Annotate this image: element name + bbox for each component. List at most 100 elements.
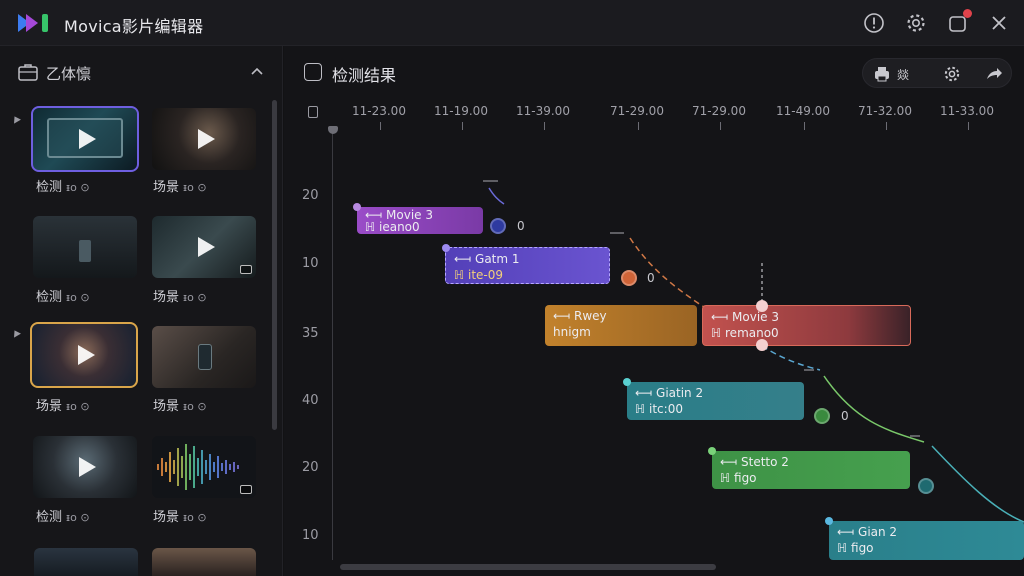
caption-icon [240, 265, 252, 274]
ruler-label: 11-49.00 [776, 104, 830, 118]
clip-pin [353, 203, 361, 211]
timeline-clip[interactable]: ⟻ Movie 3 ℍ ieano0 [353, 203, 483, 234]
media-label: 检测 ᵻo ⊙ [36, 510, 90, 525]
app-title: Movica影片编辑器 [64, 17, 204, 36]
clip-pin [825, 517, 833, 525]
clip-meta: ℍ ieano0 [365, 220, 420, 234]
briefcase-icon [18, 64, 38, 81]
clip-meta: ℍ figo [837, 541, 874, 555]
clip-meta: hnigm [553, 325, 591, 339]
media-thumbnail[interactable] [33, 216, 137, 278]
phone-graphic [198, 344, 212, 370]
gear-icon[interactable] [905, 12, 927, 34]
media-library-title: 乙体懔 [46, 65, 92, 83]
keyframe-node[interactable] [621, 270, 637, 286]
keyframe-node[interactable] [490, 218, 506, 234]
timeline-clip[interactable]: ⟻ Giatin 2 ℍ itc:00 [623, 378, 804, 420]
media-thumbnail[interactable] [152, 108, 256, 170]
ruler-tick [720, 122, 721, 130]
ruler-tick [544, 122, 545, 130]
clip-name: ⟻ Gatm 1 [454, 252, 520, 266]
timeline-clip[interactable]: ⟻ Rwey hnigm [545, 305, 697, 346]
media-label: 场景 ᵻo ⊙ [36, 399, 90, 414]
print-icon[interactable] [873, 65, 891, 83]
caption-icon [240, 485, 252, 494]
timeline-tracks[interactable]: 20 10 35 40 20 10 ⟻ Movie 3 ℍ ieano0 ⟻ G [284, 126, 1024, 560]
play-icon[interactable] [79, 457, 96, 477]
media-thumbnail[interactable] [30, 322, 138, 388]
toolbar-group: 燚 [862, 58, 1012, 88]
ruler-label: 11-23.00 [352, 104, 406, 118]
timeline-scrollbar[interactable] [340, 564, 716, 570]
media-library-header: 乙体懔 [0, 46, 283, 98]
clip-name: ⟻ Stetto 2 [720, 455, 789, 469]
keyframe-value: 0 [841, 409, 849, 423]
media-label: 场景 ᵻo ⊙ [153, 180, 207, 195]
ruler-label: 71-29.00 [610, 104, 664, 118]
media-thumbnail[interactable] [152, 216, 256, 278]
detection-results-panel: 检测结果 燚 11-23.00 11-19.00 11-39.00 71-29.… [284, 46, 1024, 576]
trim-handle[interactable] [756, 300, 768, 312]
media-thumbnail[interactable] [152, 548, 256, 576]
keyframe-value: 0 [647, 271, 655, 285]
keyframe-node[interactable] [918, 478, 934, 494]
ruler-label: 11-33.00 [940, 104, 994, 118]
clip-name: ⟻ Rwey [553, 309, 607, 323]
clip-pin [623, 378, 631, 386]
chevron-up-icon[interactable] [249, 64, 265, 80]
audio-thumbnail[interactable] [152, 436, 256, 498]
ruler-label: 71-32.00 [858, 104, 912, 118]
media-label: 场景 ᵻo ⊙ [153, 290, 207, 305]
ruler-tick [968, 122, 969, 130]
ruler-tick [804, 122, 805, 130]
timeline-clip[interactable]: ⟻ Stetto 2 ℍ figo [708, 447, 910, 489]
keyframe-value: 0 [517, 219, 525, 233]
info-icon[interactable] [863, 12, 885, 34]
title-bar: Movica影片编辑器 [0, 0, 1024, 46]
gear-icon[interactable] [943, 65, 961, 83]
keyframe-node[interactable] [814, 408, 830, 424]
notification-icon[interactable] [947, 9, 972, 34]
timeline-clip[interactable]: ⟻ Gian 2 ℍ figo [825, 517, 1024, 560]
media-label: 检测 ᵻo ⊙ [36, 180, 90, 195]
results-icon [304, 63, 322, 81]
app-logo-icon [18, 14, 48, 32]
ruler-marker-icon [308, 106, 318, 118]
trim-handle[interactable] [756, 339, 768, 351]
play-icon[interactable] [198, 129, 215, 149]
play-icon[interactable] [78, 345, 95, 365]
ruler-label: 71-29.00 [692, 104, 746, 118]
toolbar-label[interactable]: 燚 [897, 66, 909, 84]
close-icon[interactable] [988, 12, 1010, 34]
clip-meta: ℍ remano0 [711, 326, 779, 340]
media-thumbnail[interactable] [33, 436, 137, 498]
share-icon[interactable] [985, 65, 1003, 83]
timeline-clip-selected[interactable]: ⟻ Gatm 1 ℍ ite-09 [442, 244, 610, 284]
timeline-clip[interactable]: ⟻ Movie 3 ℍ remano0 [702, 305, 911, 346]
library-scrollbar[interactable] [272, 100, 277, 430]
clip-pin [442, 244, 450, 252]
clip-name: ⟻ Giatin 2 [635, 386, 704, 400]
clip-meta: ℍ itc:00 [635, 402, 683, 416]
media-thumbnail[interactable] [31, 106, 139, 172]
media-thumbnail[interactable] [152, 326, 256, 388]
media-label: 检测 ᵻo ⊙ [36, 290, 90, 305]
play-icon[interactable] [79, 129, 96, 149]
clip-meta: ℍ ite-09 [454, 268, 504, 282]
panel-title: 检测结果 [332, 66, 397, 85]
play-icon[interactable] [198, 237, 215, 257]
ruler-tick [380, 122, 381, 130]
time-ruler[interactable]: 11-23.00 11-19.00 11-39.00 71-29.00 71-2… [284, 96, 1024, 130]
notification-badge [963, 9, 972, 18]
ruler-tick [638, 122, 639, 130]
ruler-label: 11-39.00 [516, 104, 570, 118]
group-arrow-icon[interactable] [11, 328, 21, 338]
media-thumbnail[interactable] [34, 548, 138, 576]
media-label: 场景 ᵻo ⊙ [153, 510, 207, 525]
clip-meta: ℍ figo [720, 471, 757, 485]
ruler-tick [462, 122, 463, 130]
media-label: 场景 ᵻo ⊙ [153, 399, 207, 414]
group-arrow-icon[interactable] [11, 114, 21, 124]
media-library-panel: 乙体懔 检测 ᵻo ⊙ 场景 ᵻo ⊙ 检测 ᵻo ⊙ 场景 ᵻo ⊙ 场景 ᵻo ⊙ 场… [0, 46, 283, 576]
clip-name: ⟻ Gian 2 [837, 525, 898, 539]
